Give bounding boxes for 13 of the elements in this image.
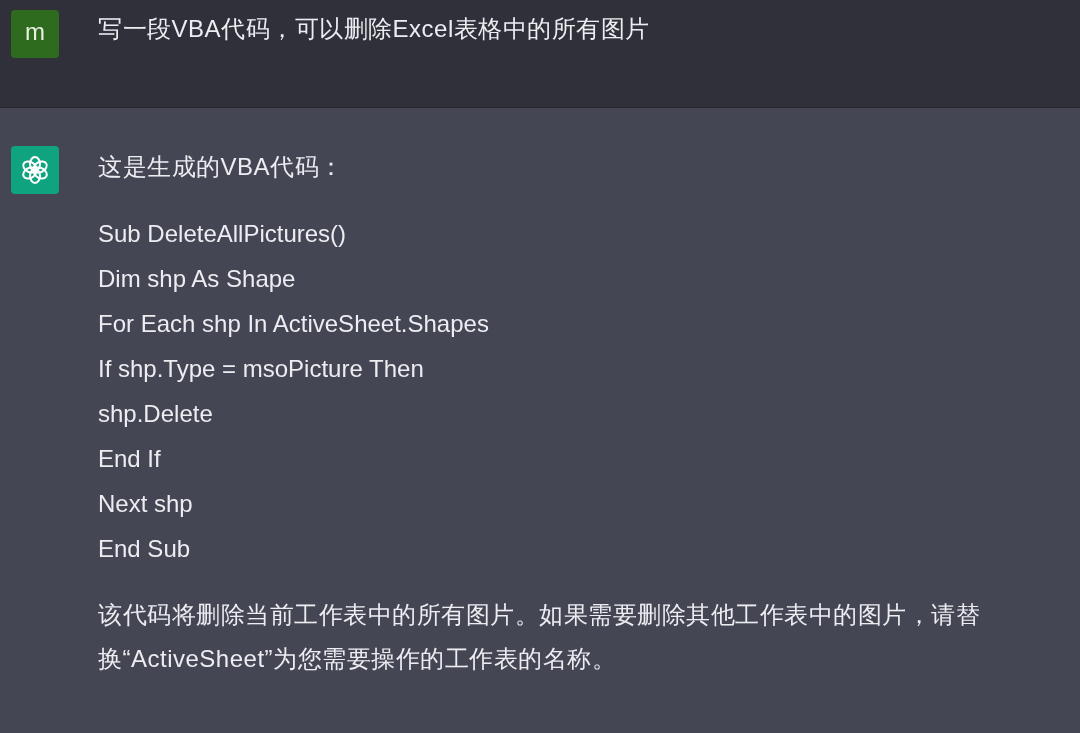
code-line: For Each shp In ActiveSheet.Shapes: [98, 309, 490, 339]
assistant-logo-icon: [11, 146, 59, 194]
message-text: 该代码将删除当前工作表中的所有图片。如果需要删除其他工作表中的图片，请替换“ActiveSheet”为您需要操作的工作表的名称。: [98, 600, 981, 674]
code-line: If shp.Type = msoPicture Then: [98, 354, 425, 384]
code-line: End Sub: [98, 534, 192, 564]
code-line: End If: [98, 444, 162, 474]
code-line: Dim shp As Shape: [98, 264, 297, 294]
code-line: Sub DeleteAllPictures(): [98, 219, 348, 249]
user-avatar: m: [11, 10, 59, 58]
code-line: shp.Delete: [98, 399, 214, 429]
message-text: 这是生成的VBA代码：: [98, 152, 345, 182]
message-text: 写一段VBA代码，可以删除Excel表格中的所有图片: [98, 14, 650, 44]
code-line: Next shp: [98, 489, 194, 519]
